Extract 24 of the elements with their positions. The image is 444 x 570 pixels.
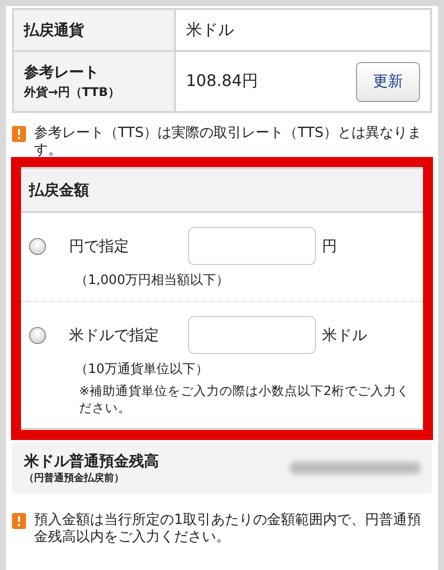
row-value: 米ドル (186, 20, 234, 40)
option-label: 円で指定 (69, 236, 130, 256)
unit-label: 米ドル (322, 326, 367, 344)
input-note: ※補助通貨単位をご入力の際は小数点以下2桁でご入力ください。 (79, 382, 410, 416)
warning-icon (12, 126, 26, 142)
row-sublabel: 外貨→円（TTB） (24, 84, 121, 100)
warning-icon (12, 513, 26, 529)
radio-button[interactable] (29, 326, 46, 344)
limit-note: （1,000万円相当額以下） (75, 272, 230, 289)
row-label: 参考レート (24, 62, 100, 82)
notice-text: 預入金額は当行所定の1取引あたりの金額範囲内で、円普通預金残高以内をご入力ください。 (34, 512, 422, 546)
notice-text: 参考レート（TTS）は実際の取引レート（TTS）とは異なります。 (34, 125, 422, 159)
amount-input-field[interactable] (188, 316, 316, 354)
unit-label: 円 (322, 236, 337, 256)
amount-input-field[interactable] (188, 227, 316, 265)
row-label: 払戻通貨 (24, 20, 85, 40)
refresh-button[interactable]: 更新 (356, 62, 420, 102)
limit-note: （10万通貨単位以下） (75, 361, 210, 378)
option-label: 米ドルで指定 (69, 326, 160, 344)
section-title: 払戻金額 (29, 180, 89, 200)
row-value: 108.84円 (186, 71, 258, 92)
balance-label: 米ドル普通預金残高 (24, 452, 159, 470)
balance-sublabel: （円普通預金払戻前） (24, 471, 125, 484)
radio-button[interactable] (29, 238, 46, 254)
